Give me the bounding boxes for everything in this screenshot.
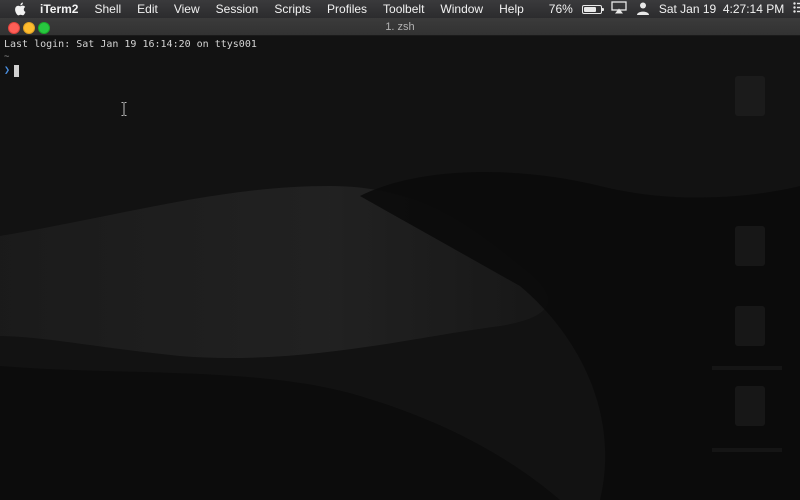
- menu-help[interactable]: Help: [499, 0, 524, 18]
- text-cursor: [14, 64, 20, 77]
- menu-bar: iTerm2 Shell Edit View Session Scripts P…: [0, 0, 800, 18]
- menu-session[interactable]: Session: [216, 0, 259, 18]
- menu-toolbelt[interactable]: Toolbelt: [383, 0, 424, 18]
- window-title: 1. zsh: [385, 21, 415, 33]
- datetime[interactable]: Sat Jan 19 4:27:14 PM: [659, 2, 784, 16]
- terminal-content[interactable]: Last login: Sat Jan 19 16:14:20 on ttys0…: [4, 38, 257, 77]
- menu-edit[interactable]: Edit: [137, 0, 158, 18]
- notification-center-icon[interactable]: [793, 2, 800, 16]
- desktop-background: [0, 36, 800, 500]
- menu-profiles[interactable]: Profiles: [327, 0, 367, 18]
- ibeam-cursor-icon: [121, 102, 127, 116]
- prompt-arrow-icon: ❯: [4, 65, 11, 76]
- window-titlebar[interactable]: 1. zsh: [0, 18, 800, 36]
- airplay-icon[interactable]: [611, 1, 627, 17]
- last-login-line: Last login: Sat Jan 19 16:14:20 on ttys0…: [4, 39, 257, 50]
- menu-scripts[interactable]: Scripts: [274, 0, 311, 18]
- battery-icon[interactable]: [581, 4, 604, 14]
- menu-window[interactable]: Window: [440, 0, 483, 18]
- battery-percent: 76%: [548, 2, 573, 16]
- status-area: 76% Sat Jan 19 4:27:14 PM: [540, 1, 800, 18]
- menu-shell[interactable]: Shell: [94, 0, 121, 18]
- prompt-line[interactable]: ❯: [4, 64, 257, 77]
- apple-icon[interactable]: [14, 2, 26, 17]
- terminal-window: 1. zsh Last login: Sat Jan 19 16:14:20 o…: [0, 18, 800, 500]
- menu-app-name[interactable]: iTerm2: [40, 0, 78, 18]
- battery-fill: [583, 6, 596, 12]
- current-path: ~: [4, 52, 10, 62]
- user-icon[interactable]: [636, 1, 650, 18]
- menu-view[interactable]: View: [174, 0, 200, 18]
